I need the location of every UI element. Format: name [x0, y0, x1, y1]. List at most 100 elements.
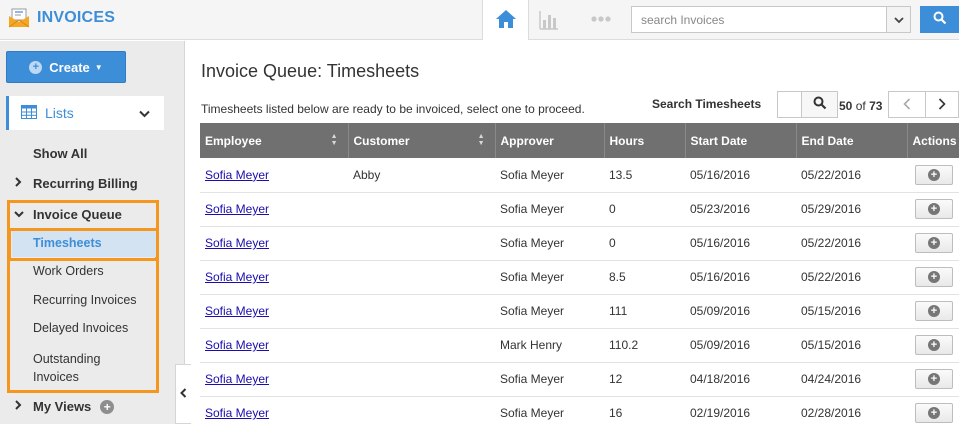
search-icon [933, 11, 947, 28]
show-all-link[interactable]: Show All [33, 146, 87, 161]
search-button[interactable] [920, 6, 959, 33]
column-header-customer[interactable]: Customer ▲ ▼ [348, 123, 496, 158]
cell-employee: Sofia Meyer [200, 260, 348, 295]
page-description: Timesheets listed below are ready to be … [201, 102, 585, 116]
cell-employee: Sofia Meyer [200, 226, 348, 261]
chevron-left-icon [180, 387, 187, 401]
invoice-queue-item[interactable]: Invoice Queue [14, 207, 122, 222]
employee-link[interactable]: Sofia Meyer [205, 270, 269, 284]
employee-link[interactable]: Sofia Meyer [205, 406, 269, 420]
cell-employee: Sofia Meyer [200, 158, 348, 193]
add-invoice-button[interactable]: + [915, 267, 953, 287]
cell-hours: 110.2 [604, 328, 685, 363]
search-timesheets-button[interactable] [801, 91, 838, 118]
table-row: Sofia Meyer Sofia Meyer 12 04/18/2016 04/24/… [200, 362, 959, 397]
table-body: Sofia Meyer Abby Sofia Meyer 13.5 05/16/2016… [200, 158, 959, 424]
table-row: Sofia Meyer Mark Henry 110.2 05/09/2016 05/1… [200, 328, 959, 363]
cell-start-date: 05/09/2016 [685, 328, 796, 363]
cell-start-date: 05/23/2016 [685, 192, 796, 227]
cell-hours: 111 [604, 294, 685, 329]
bar-chart-icon[interactable] [538, 9, 560, 31]
add-view-icon[interactable]: + [100, 399, 115, 414]
app-title: INVOICES [37, 9, 116, 26]
create-label: Create [49, 59, 90, 75]
recurring-billing-item[interactable]: Recurring Billing [14, 176, 138, 191]
caret-down-icon: ▼ [94, 62, 103, 72]
next-page-button[interactable] [926, 91, 959, 118]
sidebar: + Create ▼ Lists Show All Recurring Bill… [0, 41, 185, 424]
cell-hours: 0 [604, 192, 685, 227]
search-input[interactable] [632, 7, 886, 32]
add-invoice-button[interactable]: + [915, 369, 953, 389]
cell-approver: Sofia Meyer [495, 396, 604, 424]
column-header-actions: Actions [907, 123, 959, 158]
page-title: Invoice Queue: Timesheets [201, 61, 420, 81]
cell-end-date: 05/22/2016 [796, 158, 907, 193]
home-tab[interactable] [482, 0, 529, 40]
cell-actions: + [907, 192, 959, 227]
plus-icon: + [928, 168, 940, 181]
sidebar-item-recurring-invoices[interactable]: Recurring Invoices [33, 293, 137, 307]
chevron-down-icon [139, 107, 150, 121]
top-bar: INVOICES [0, 0, 959, 40]
cell-actions: + [907, 260, 959, 295]
lists-dropdown[interactable]: Lists [6, 96, 164, 130]
cell-employee: Sofia Meyer [200, 396, 348, 424]
cell-actions: + [907, 362, 959, 397]
column-header-start-date: Start Date [685, 123, 797, 158]
cell-approver: Sofia Meyer [495, 294, 604, 329]
previous-page-button[interactable] [888, 91, 926, 118]
brand[interactable]: INVOICES [8, 8, 115, 28]
cell-hours: 13.5 [604, 158, 685, 193]
employee-link[interactable]: Sofia Meyer [205, 304, 269, 318]
cell-actions: + [907, 294, 959, 329]
cell-approver: Sofia Meyer [495, 362, 604, 397]
cell-start-date: 02/19/2016 [685, 396, 796, 424]
my-views-item[interactable]: My Views + [14, 399, 115, 414]
add-invoice-button[interactable]: + [915, 403, 953, 423]
plus-icon: + [928, 305, 940, 317]
sidebar-item-outstanding-invoices[interactable]: Outstanding Invoices [33, 350, 133, 386]
plus-icon: + [928, 203, 940, 215]
chevron-down-icon [893, 13, 904, 27]
pager-of: of [855, 99, 866, 113]
column-header-end-date: End Date [796, 123, 908, 158]
cell-end-date: 05/22/2016 [796, 260, 907, 295]
sidebar-collapse-button[interactable] [175, 364, 191, 424]
employee-link[interactable]: Sofia Meyer [205, 236, 269, 250]
plus-icon: + [29, 60, 43, 74]
sort-icon: ▲ ▼ [477, 133, 485, 147]
add-invoice-button[interactable]: + [915, 335, 953, 355]
add-invoice-button[interactable]: + [915, 199, 953, 219]
more-dots-icon[interactable] [590, 12, 612, 26]
plus-icon: + [928, 407, 940, 419]
sidebar-item-work-orders[interactable]: Work Orders [33, 264, 104, 278]
cell-end-date: 05/29/2016 [796, 192, 907, 227]
cell-customer [348, 260, 495, 295]
cell-customer [348, 396, 495, 424]
cell-start-date: 05/16/2016 [685, 158, 796, 193]
list-table-icon [21, 104, 37, 122]
cell-approver: Sofia Meyer [495, 226, 604, 261]
add-invoice-button[interactable]: + [915, 233, 953, 253]
employee-link[interactable]: Sofia Meyer [205, 372, 269, 386]
cell-actions: + [907, 158, 959, 193]
employee-link[interactable]: Sofia Meyer [205, 168, 269, 182]
add-invoice-button[interactable]: + [915, 301, 953, 321]
my-views-label: My Views [33, 399, 92, 414]
column-header-employee[interactable]: Employee ▲ ▼ [200, 123, 349, 158]
chevron-right-icon [14, 400, 28, 413]
column-label: Customer [353, 133, 410, 148]
search-dropdown-button[interactable] [886, 7, 910, 32]
sidebar-item-delayed-invoices[interactable]: Delayed Invoices [33, 321, 128, 335]
employee-link[interactable]: Sofia Meyer [205, 338, 269, 352]
cell-actions: + [907, 328, 959, 363]
table-row: Sofia Meyer Abby Sofia Meyer 13.5 05/16/2016… [200, 158, 959, 193]
plus-icon: + [928, 373, 940, 385]
employee-link[interactable]: Sofia Meyer [205, 202, 269, 216]
cell-end-date: 05/22/2016 [796, 226, 907, 261]
timesheets-label: Timesheets [33, 236, 102, 250]
add-invoice-button[interactable]: + [915, 164, 953, 185]
search-timesheets-input[interactable] [777, 91, 802, 118]
create-button[interactable]: + Create ▼ [6, 51, 126, 83]
